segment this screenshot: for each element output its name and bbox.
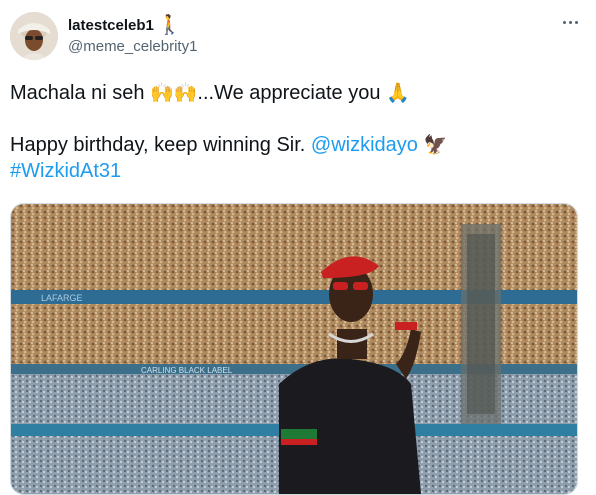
mention-link[interactable]: @wizkidayo <box>311 134 418 156</box>
more-options-icon[interactable] <box>558 14 582 30</box>
eagle-icon: 🦅 <box>423 134 448 156</box>
banner-lafarge: LAFARGE <box>41 293 83 303</box>
tweet-text-segment: Happy birthday, keep winning Sir. <box>10 134 311 156</box>
tweet-text-segment: ...We appreciate you <box>197 82 387 104</box>
tweet-card: latestceleb1 🚶 @meme_celebrity1 Machala … <box>0 0 596 495</box>
banner-carling: CARLING BLACK LABEL <box>141 366 233 375</box>
tweet-text-segment: Machala ni seh <box>10 82 151 104</box>
tweet-line-2: Happy birthday, keep winning Sir. @wizki… <box>10 132 580 158</box>
folded-hands-icon: 🙏 <box>386 82 410 104</box>
tweet-text: Machala ni seh 🙌🙌...We appreciate you 🙏 … <box>10 80 580 184</box>
stadium-photo: LAFARGE CARLING BLACK LABEL <box>11 204 577 494</box>
dot <box>574 20 578 24</box>
hashtag-link[interactable]: #WizkidAt31 <box>10 160 121 182</box>
dot <box>562 20 566 24</box>
tweet-media-photo[interactable]: LAFARGE CARLING BLACK LABEL <box>10 203 578 495</box>
display-name[interactable]: latestceleb1 <box>68 17 154 34</box>
user-handle[interactable]: @meme_celebrity1 <box>68 38 197 55</box>
person-walking-icon: 🚶 <box>157 14 182 36</box>
dot <box>568 20 572 24</box>
user-avatar[interactable] <box>10 12 58 60</box>
tweet-line-3: #WizkidAt31 <box>10 158 580 184</box>
tweet-line-1: Machala ni seh 🙌🙌...We appreciate you 🙏 <box>10 80 580 106</box>
avatar-image <box>10 12 58 60</box>
raising-hands-icon: 🙌🙌 <box>150 82 198 104</box>
name-row: latestceleb1 🚶 <box>68 16 182 35</box>
